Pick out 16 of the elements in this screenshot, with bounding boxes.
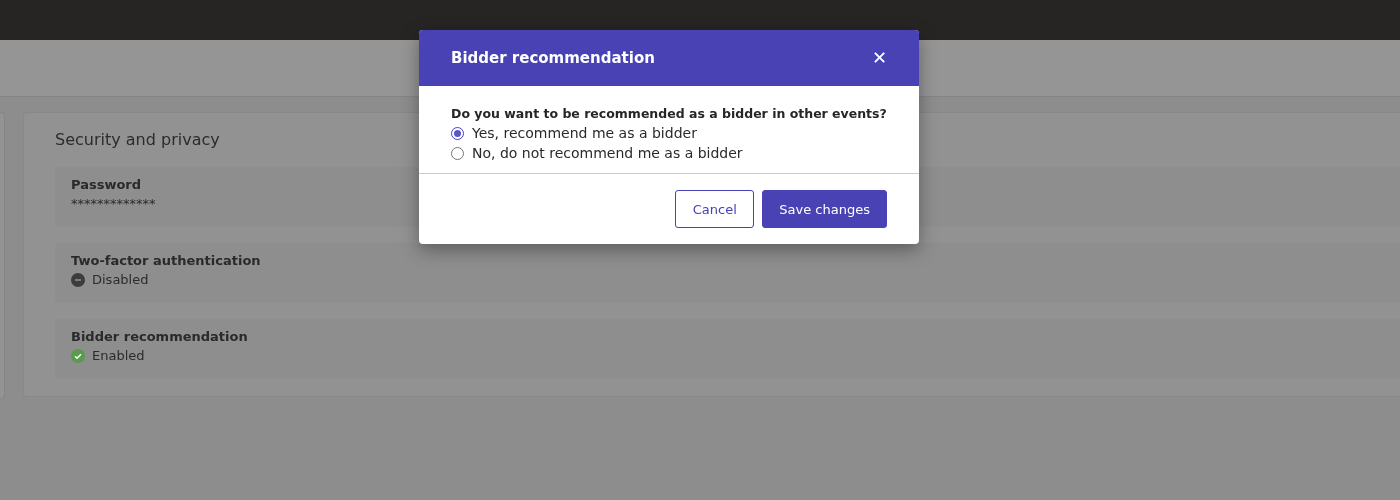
setting-label: Password xyxy=(71,177,142,192)
setting-label: Bidder recommendation xyxy=(71,329,248,344)
setting-label: Two-factor authentication xyxy=(71,253,261,268)
minus-circle-icon xyxy=(71,272,85,287)
question-text: Do you want to be recommended as a bidder in other events? xyxy=(451,106,887,121)
dialog-title: Bidder recommendation xyxy=(451,49,655,67)
cancel-button[interactable]: Cancel xyxy=(675,190,755,228)
setting-value: Enabled xyxy=(92,348,145,363)
radio-label[interactable]: No, do not recommend me as a bidder xyxy=(472,145,743,161)
close-button[interactable]: ✕ xyxy=(872,47,887,69)
save-button[interactable]: Save changes xyxy=(762,190,887,228)
radio-label[interactable]: Yes, recommend me as a bidder xyxy=(472,125,697,141)
setting-value: ************* xyxy=(71,196,156,211)
section-title: Security and privacy xyxy=(55,130,220,149)
setting-value: Disabled xyxy=(92,272,149,287)
check-circle-icon xyxy=(71,348,85,363)
